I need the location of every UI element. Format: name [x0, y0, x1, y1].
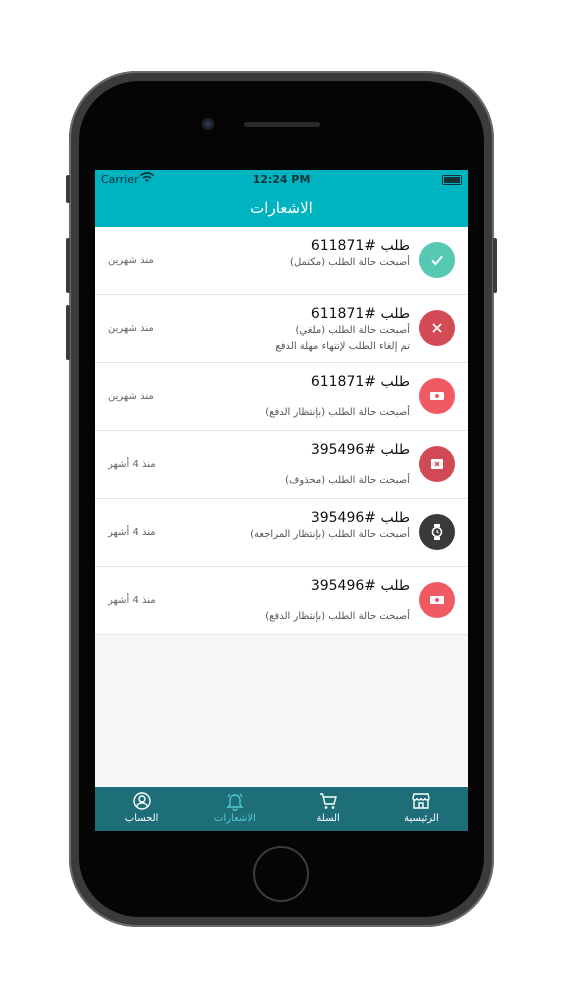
notification-time: منذ 4 أشهر [108, 459, 156, 470]
tab-account-label: الحساب [124, 813, 159, 824]
bell-icon [226, 793, 244, 811]
notification-subtitle: أصبحت حالة الطلب (ملغي) [295, 325, 410, 336]
notification-detail: تم إلغاء الطلب لإنتهاء مهلة الدفع [275, 341, 410, 352]
home-button[interactable] [253, 846, 309, 902]
notification-subtitle: أصبحت حالة الطلب (محذوف) [285, 475, 410, 486]
page-title: الاشعارات [250, 199, 313, 217]
notification-title: طلب #395496 [310, 578, 410, 594]
notification-time: منذ شهرين [108, 323, 154, 334]
battery-icon [442, 175, 462, 185]
clock: 12:24 PM [252, 173, 311, 186]
notification-row[interactable]: طلب #611871 أصبحت حالة الطلب (بإنتظار ال… [95, 363, 468, 431]
notification-time: منذ شهرين [108, 391, 154, 402]
volume-up-button [66, 238, 70, 293]
notification-time: منذ 4 أشهر [108, 527, 156, 538]
delete-box-icon [419, 446, 455, 482]
front-camera [202, 118, 214, 130]
check-icon [419, 242, 455, 278]
tab-home[interactable]: الرئيسية [375, 787, 468, 831]
tab-home-label: الرئيسية [404, 813, 439, 824]
notification-row[interactable]: طلب #395496 أصبحت حالة الطلب (محذوف) منذ… [95, 431, 468, 499]
notification-row[interactable]: طلب #611871 أصبحت حالة الطلب (ملغي) تم إ… [95, 295, 468, 363]
notification-time: منذ شهرين [108, 255, 154, 266]
tab-account[interactable]: الحساب [95, 787, 188, 831]
cash-icon [419, 378, 455, 414]
cash-icon [419, 582, 455, 618]
user-circle-icon [132, 792, 151, 810]
notification-subtitle: أصبحت حالة الطلب (مكتمل) [290, 257, 410, 268]
notification-subtitle: أصبحت حالة الطلب (بإنتظار المراجعة) [250, 529, 410, 540]
notification-subtitle: أصبحت حالة الطلب (بإنتظار الدفع) [265, 407, 410, 418]
notification-title: طلب #611871 [310, 238, 410, 254]
tab-bar: الرئيسية السلة الاشعارات الحساب [95, 787, 468, 831]
nav-bar: الاشعارات [95, 190, 468, 227]
notification-row[interactable]: طلب #395496 أصبحت حالة الطلب (بإنتظار ال… [95, 567, 468, 635]
notification-title: طلب #611871 [310, 306, 410, 322]
tab-cart[interactable]: السلة [282, 787, 375, 831]
notification-row[interactable]: طلب #611871 أصبحت حالة الطلب (مكتمل) منذ… [95, 227, 468, 295]
tab-cart-label: السلة [316, 813, 340, 824]
cart-icon [320, 793, 338, 809]
close-icon [419, 310, 455, 346]
status-bar: Carrier 12:24 PM [95, 170, 468, 190]
app-screen: Carrier 12:24 PM الاشعارات طلب #611871 أ… [95, 170, 468, 831]
notification-time: منذ 4 أشهر [108, 595, 156, 606]
notification-title: طلب #395496 [310, 442, 410, 458]
watch-icon [419, 514, 455, 550]
notification-list: طلب #611871 أصبحت حالة الطلب (مكتمل) منذ… [95, 227, 468, 635]
tab-notifications-label: الاشعارات [214, 813, 256, 824]
volume-down-button [66, 305, 70, 360]
mute-switch [66, 175, 70, 203]
notification-subtitle: أصبحت حالة الطلب (بإنتظار الدفع) [265, 611, 410, 622]
earpiece-speaker [244, 122, 320, 127]
notification-title: طلب #611871 [310, 374, 410, 390]
notification-row[interactable]: طلب #395496 أصبحت حالة الطلب (بإنتظار ال… [95, 499, 468, 567]
store-icon [412, 793, 431, 809]
tab-notifications[interactable]: الاشعارات [188, 787, 281, 831]
notification-title: طلب #395496 [310, 510, 410, 526]
power-button [493, 238, 497, 293]
